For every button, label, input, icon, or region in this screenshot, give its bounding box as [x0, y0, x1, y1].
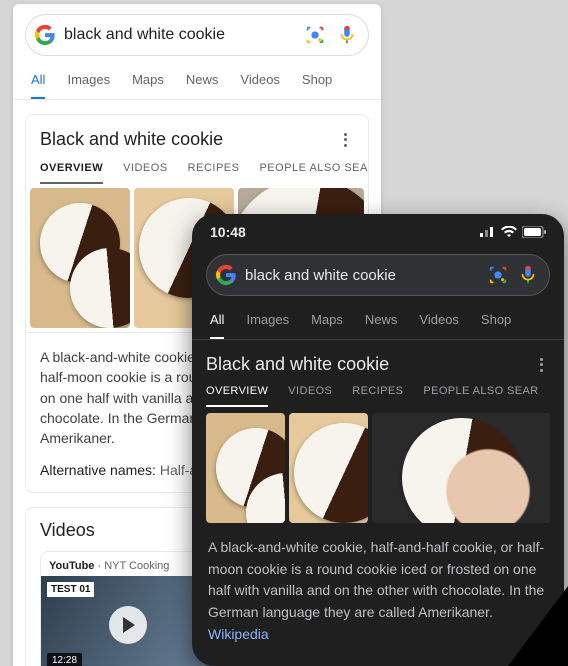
search-bar-dark[interactable]	[206, 254, 550, 296]
subtab-people-dark[interactable]: PEOPLE ALSO SEAR	[423, 385, 538, 407]
google-logo-icon	[215, 264, 237, 286]
card-title-dark: Black and white cookie	[206, 354, 389, 375]
subtab-people[interactable]: PEOPLE ALSO SEAR	[259, 162, 368, 184]
result-type-tabs-dark: All Images Maps News Videos Shop	[192, 304, 564, 340]
card-subtabs: OVERVIEW VIDEOS RECIPES PEOPLE ALSO SEAR	[26, 154, 368, 184]
tab-news-dark[interactable]: News	[365, 304, 398, 339]
mic-icon[interactable]	[517, 264, 539, 286]
video-badge: TEST 01	[47, 582, 94, 597]
battery-icon	[522, 226, 546, 238]
wifi-icon	[501, 226, 517, 238]
subtab-overview[interactable]: OVERVIEW	[40, 162, 103, 184]
tab-videos-dark[interactable]: Videos	[419, 304, 459, 339]
dark-mode-phone: 10:48 All Images M	[192, 214, 564, 666]
tab-all-dark[interactable]: All	[210, 304, 224, 340]
play-icon[interactable]	[109, 606, 147, 644]
card-description-dark: A black-and-white cookie, half-and-half …	[192, 523, 564, 663]
status-bar: 10:48	[192, 214, 564, 246]
google-lens-icon[interactable]	[304, 24, 326, 46]
video-thumbnail[interactable]: TEST 01 12:28	[41, 576, 214, 666]
image-thumb[interactable]	[30, 188, 130, 328]
subtab-recipes-dark[interactable]: RECIPES	[352, 385, 403, 407]
subtab-overview-dark[interactable]: OVERVIEW	[206, 385, 268, 407]
status-time: 10:48	[210, 224, 246, 240]
tab-news[interactable]: News	[186, 64, 219, 99]
signal-icon	[480, 224, 496, 240]
wikipedia-link[interactable]: Wikipedia	[208, 626, 269, 642]
tab-shop[interactable]: Shop	[302, 64, 332, 99]
tab-videos[interactable]: Videos	[240, 64, 280, 99]
result-type-tabs: All Images Maps News Videos Shop	[13, 64, 381, 100]
subtab-videos[interactable]: VIDEOS	[123, 162, 168, 184]
tab-all[interactable]: All	[31, 64, 45, 100]
card-subtabs-dark: OVERVIEW VIDEOS RECIPES PEOPLE ALSO SEAR	[206, 375, 550, 407]
tab-maps-dark[interactable]: Maps	[311, 304, 343, 339]
tab-maps[interactable]: Maps	[132, 64, 164, 99]
image-thumb[interactable]	[289, 413, 368, 523]
tab-images-dark[interactable]: Images	[246, 304, 289, 339]
search-input[interactable]	[64, 26, 296, 44]
mic-icon[interactable]	[336, 24, 358, 46]
subtab-recipes[interactable]: RECIPES	[188, 162, 240, 184]
image-carousel-dark[interactable]	[192, 407, 564, 523]
image-thumb[interactable]	[372, 413, 550, 523]
card-title: Black and white cookie	[40, 129, 223, 150]
video-source: YouTube · NYT Cooking	[41, 552, 214, 576]
tab-shop-dark[interactable]: Shop	[481, 304, 511, 339]
search-bar[interactable]	[25, 14, 369, 56]
more-options-icon[interactable]	[336, 131, 354, 149]
image-thumb[interactable]	[206, 413, 285, 523]
tab-images[interactable]: Images	[67, 64, 110, 99]
google-lens-icon[interactable]	[487, 264, 509, 286]
more-options-icon[interactable]	[532, 356, 550, 374]
subtab-videos-dark[interactable]: VIDEOS	[288, 385, 332, 407]
search-input-dark[interactable]	[245, 267, 479, 284]
video-tile[interactable]: YouTube · NYT Cooking TEST 01 12:28	[40, 551, 215, 666]
video-duration: 12:28	[47, 653, 82, 666]
google-logo-icon	[34, 24, 56, 46]
